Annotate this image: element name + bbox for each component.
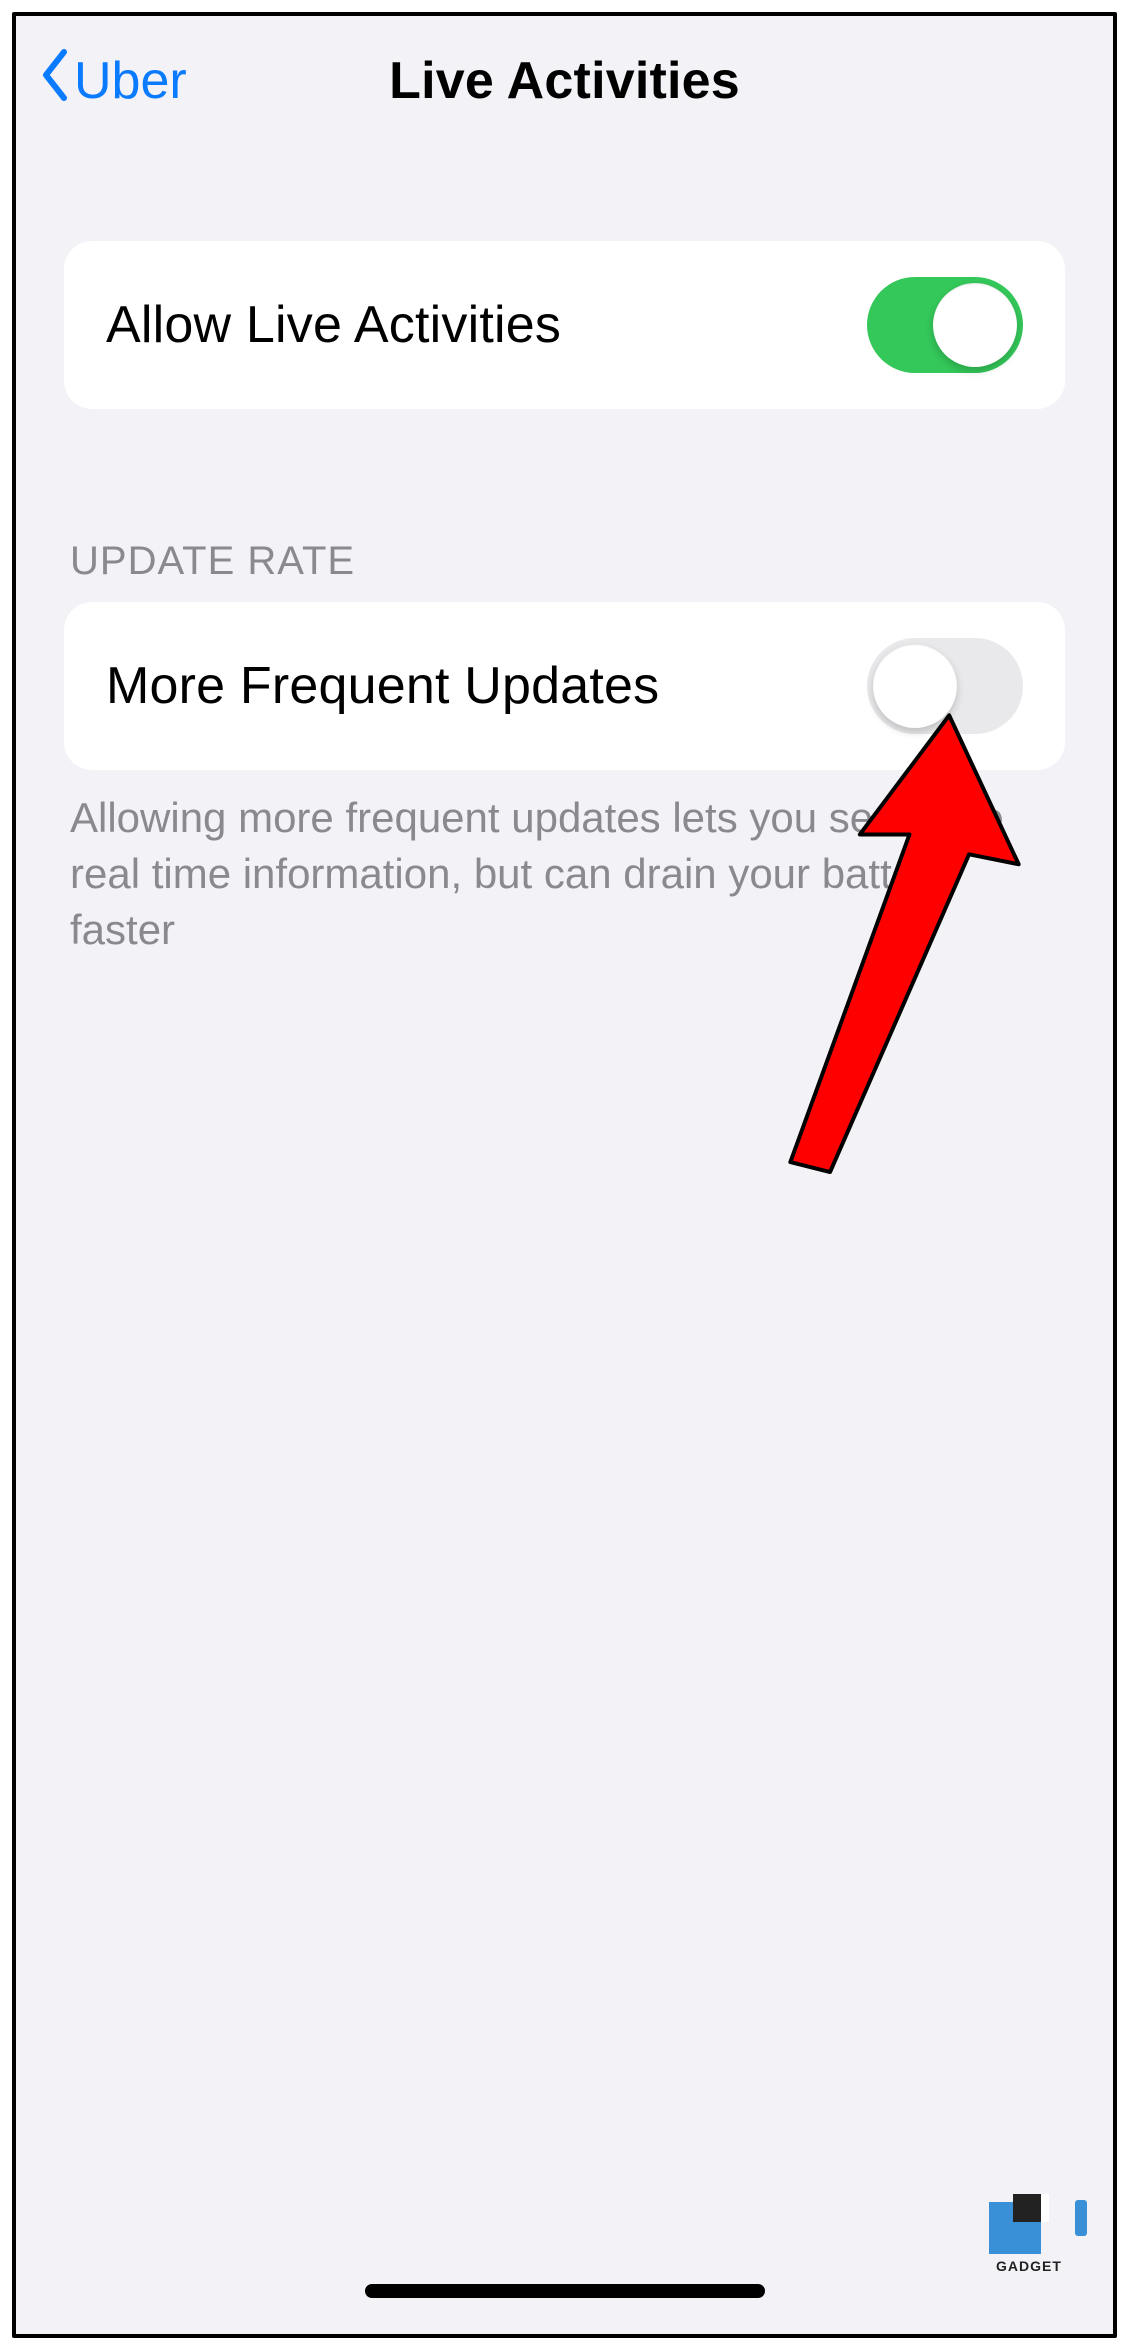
home-indicator[interactable]	[365, 2284, 765, 2298]
row-more-frequent-updates: More Frequent Updates	[64, 602, 1065, 770]
section-footer-update-rate: Allowing more frequent updates lets you …	[64, 770, 1065, 958]
row-allow-live-activities: Allow Live Activities	[64, 241, 1065, 409]
toggle-knob	[873, 644, 957, 728]
section-allow-live-activities: Allow Live Activities	[64, 241, 1065, 409]
section-update-rate: More Frequent Updates	[64, 602, 1065, 770]
page-title: Live Activities	[389, 51, 740, 111]
back-button[interactable]: Uber	[40, 16, 187, 146]
nav-bar: Uber Live Activities	[16, 16, 1113, 146]
chevron-left-icon	[40, 48, 70, 115]
section-header-update-rate: UPDATE RATE	[64, 539, 1065, 602]
back-label: Uber	[74, 51, 187, 111]
row-label: More Frequent Updates	[106, 656, 659, 716]
settings-screen: Uber Live Activities Allow Live Activiti…	[12, 12, 1117, 2338]
toggle-knob	[933, 283, 1017, 367]
toggle-more-frequent-updates[interactable]	[867, 638, 1023, 734]
watermark-text: GADGET	[996, 2258, 1062, 2274]
toggle-allow-live-activities[interactable]	[867, 277, 1023, 373]
watermark-logo: GADGET	[989, 2194, 1069, 2274]
row-label: Allow Live Activities	[106, 295, 561, 355]
